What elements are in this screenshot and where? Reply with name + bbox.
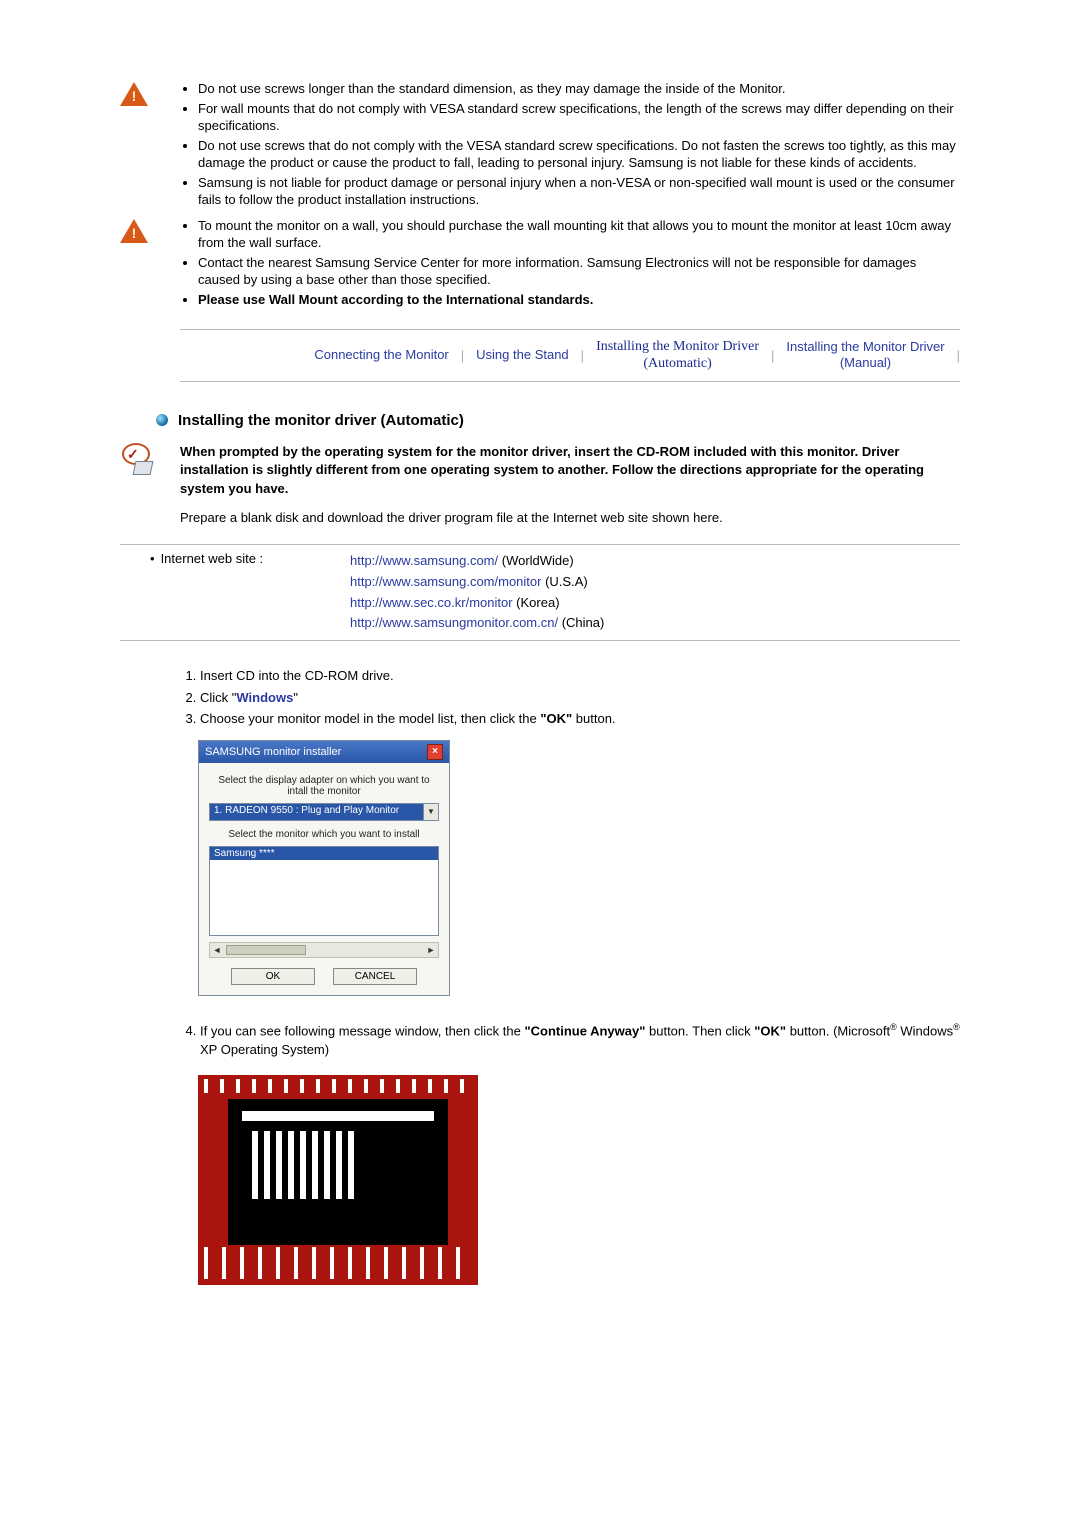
- adapter-dropdown[interactable]: 1. RADEON 9550 : Plug and Play Monitor ▼: [209, 803, 439, 821]
- internet-links: Internet web site : http://www.samsung.c…: [120, 544, 960, 641]
- step-text: If you can see following message window,…: [200, 1023, 524, 1038]
- nav-driver-manual[interactable]: Installing the Monitor Driver (Manual): [786, 339, 944, 372]
- warning-item: Do not use screws that do not comply wit…: [198, 137, 960, 174]
- link-url[interactable]: http://www.sec.co.kr/monitor: [350, 595, 513, 610]
- step-1: Insert CD into the CD-ROM drive.: [200, 665, 960, 687]
- monitor-selected-row[interactable]: Samsung ****: [210, 847, 438, 860]
- ok-keyword: "OK": [540, 711, 572, 726]
- warning-item: Do not use screws longer than the standa…: [198, 80, 960, 100]
- warning-item: For wall mounts that do not comply with …: [198, 100, 960, 137]
- step-text: button. (Microsoft: [786, 1023, 890, 1038]
- link-row: http://www.sec.co.kr/monitor (Korea): [350, 593, 960, 614]
- monitor-listbox[interactable]: Samsung ****: [209, 846, 439, 936]
- adapter-selected: 1. RADEON 9550 : Plug and Play Monitor: [210, 804, 423, 820]
- installer-window: SAMSUNG monitor installer × Select the d…: [198, 740, 450, 996]
- warning-item: Contact the nearest Samsung Service Cent…: [198, 254, 960, 291]
- nav-stand[interactable]: Using the Stand: [476, 347, 569, 363]
- nav-divider: |: [957, 348, 960, 363]
- nav-label: Installing the Monitor Driver: [786, 339, 944, 354]
- step-4: If you can see following message window,…: [200, 1020, 960, 1061]
- step-text: button. Then click: [645, 1023, 754, 1038]
- nav-label: Installing the Monitor Driver: [596, 339, 759, 354]
- step-2: Click "Windows": [200, 687, 960, 709]
- intro-plain-text: Prepare a blank disk and download the dr…: [180, 509, 960, 528]
- ok-button[interactable]: OK: [231, 968, 315, 985]
- link-region: (U.S.A): [541, 574, 587, 589]
- install-steps-cont: If you can see following message window,…: [180, 1020, 960, 1061]
- close-icon[interactable]: ×: [427, 744, 443, 760]
- link-region: (China): [558, 615, 604, 630]
- scroll-left-icon[interactable]: ◄: [210, 943, 224, 957]
- link-region: (WorldWide): [498, 553, 574, 568]
- step-text: Click ": [200, 690, 236, 705]
- link-url[interactable]: http://www.samsung.com/: [350, 553, 498, 568]
- section-title: Installing the monitor driver (Automatic…: [178, 412, 464, 429]
- nav-label: (Manual): [840, 355, 891, 370]
- checklist-icon: ✓: [120, 443, 154, 477]
- warning-item-bold: Please use Wall Mount according to the I…: [198, 291, 960, 311]
- horizontal-scrollbar[interactable]: ◄ ►: [209, 942, 439, 958]
- warning-list-1: Do not use screws longer than the standa…: [180, 80, 960, 211]
- ok-keyword: "OK": [754, 1023, 786, 1038]
- link-row: http://www.samsungmonitor.com.cn/ (China…: [350, 613, 960, 634]
- link-row: http://www.samsung.com/monitor (U.S.A): [350, 572, 960, 593]
- cancel-button[interactable]: CANCEL: [333, 968, 417, 985]
- link-region: (Korea): [513, 595, 560, 610]
- step-text: button.: [572, 711, 615, 726]
- step-3: Choose your monitor model in the model l…: [200, 708, 960, 730]
- warning-list-2: To mount the monitor on a wall, you shou…: [180, 217, 960, 311]
- installer-monitor-label: Select the monitor which you want to ins…: [209, 829, 439, 840]
- continue-anyway-keyword: "Continue Anyway": [524, 1023, 645, 1038]
- links-label: Internet web site :: [120, 551, 350, 634]
- nav-divider: |: [461, 348, 464, 363]
- registered-mark: ®: [890, 1022, 897, 1032]
- scroll-right-icon[interactable]: ►: [424, 943, 438, 957]
- install-steps: Insert CD into the CD-ROM drive. Click "…: [180, 665, 960, 730]
- nav-connecting[interactable]: Connecting the Monitor: [314, 347, 448, 363]
- nav-label: (Automatic): [643, 356, 711, 371]
- warning-icon: [120, 82, 148, 106]
- section-bullet-icon: [156, 414, 168, 426]
- nav-divider: |: [771, 348, 774, 363]
- step-text: ": [293, 690, 298, 705]
- intro-bold-text: When prompted by the operating system fo…: [180, 443, 960, 500]
- registered-mark: ®: [953, 1022, 960, 1032]
- step-text: Windows: [897, 1023, 953, 1038]
- installer-titlebar: SAMSUNG monitor installer ×: [199, 741, 449, 763]
- step-text: Choose your monitor model in the model l…: [200, 711, 540, 726]
- link-url[interactable]: http://www.samsung.com/monitor: [350, 574, 541, 589]
- installer-title-text: SAMSUNG monitor installer: [205, 746, 341, 758]
- nav-divider: |: [581, 348, 584, 363]
- link-row: http://www.samsung.com/ (WorldWide): [350, 551, 960, 572]
- chevron-down-icon[interactable]: ▼: [423, 804, 438, 820]
- scroll-thumb[interactable]: [226, 945, 306, 955]
- warning-icon: [120, 219, 148, 243]
- warning-item: To mount the monitor on a wall, you shou…: [198, 217, 960, 254]
- nav-driver-auto[interactable]: Installing the Monitor Driver (Automatic…: [596, 338, 759, 373]
- hardware-warning-screenshot: [198, 1075, 478, 1285]
- installer-adapter-label: Select the display adapter on which you …: [209, 775, 439, 797]
- link-url[interactable]: http://www.samsungmonitor.com.cn/: [350, 615, 558, 630]
- warning-item: Samsung is not liable for product damage…: [198, 174, 960, 211]
- step-text: XP Operating System): [200, 1042, 329, 1057]
- windows-keyword: Windows: [236, 690, 293, 705]
- section-nav: Connecting the Monitor | Using the Stand…: [180, 329, 960, 382]
